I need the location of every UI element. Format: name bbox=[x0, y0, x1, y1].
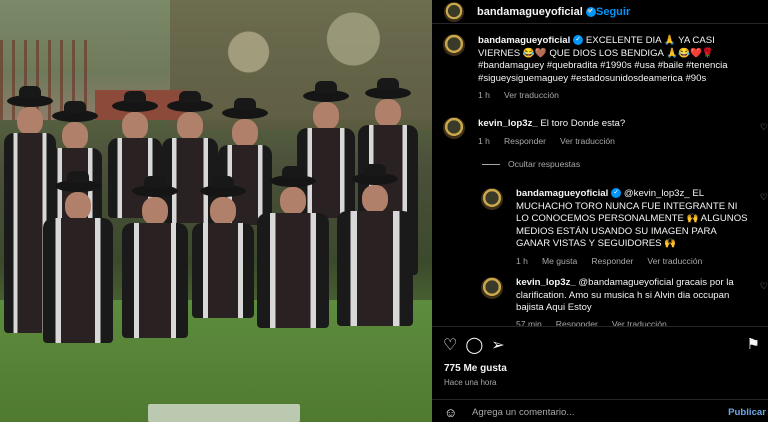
comment-username[interactable]: kevin_lop3z_ bbox=[478, 118, 538, 129]
like-count[interactable]: 775 Me gusta bbox=[444, 363, 507, 374]
emoji-icon[interactable]: ☺ bbox=[444, 405, 457, 420]
comment-icon[interactable]: ◯ bbox=[465, 337, 483, 354]
translate-link[interactable]: Ver traducción bbox=[647, 256, 702, 266]
reply-link[interactable]: Responder bbox=[591, 256, 633, 266]
translate-link[interactable]: Ver traducción bbox=[504, 90, 559, 100]
reply-meta: 1 h Me gusta Responder Ver traducción bbox=[516, 256, 716, 266]
band-member bbox=[40, 171, 115, 350]
avatar[interactable] bbox=[443, 34, 465, 56]
avatar[interactable] bbox=[481, 277, 503, 299]
reply-time: 1 h bbox=[516, 256, 528, 266]
hide-replies-label[interactable]: Ocultar respuestas bbox=[508, 159, 580, 169]
band-member bbox=[120, 176, 190, 345]
comment-body: El toro Donde esta? bbox=[540, 118, 626, 129]
comment-like-icon[interactable]: ♡ bbox=[760, 122, 768, 133]
comments-panel: bandamagueyoficial ✓ • Seguir bandamaguey… bbox=[432, 0, 768, 422]
reply-username[interactable]: bandamagueyoficial bbox=[516, 188, 608, 199]
verified-badge-icon: ✓ bbox=[573, 35, 584, 46]
band-members bbox=[0, 78, 432, 355]
comment-text: kevin_lop3z_ El toro Donde esta? bbox=[478, 118, 748, 131]
hide-replies-button[interactable]: Ocultar respuestas bbox=[482, 159, 580, 169]
comment-like-icon[interactable]: ♡ bbox=[760, 281, 768, 292]
comment-time: 1 h bbox=[478, 136, 490, 146]
caption-text: bandamagueyoficial ✓ EXCELENTE DIA 🙏 YA C… bbox=[478, 35, 758, 85]
avatar[interactable] bbox=[481, 188, 503, 210]
avatar[interactable] bbox=[443, 117, 465, 139]
divider bbox=[482, 164, 500, 166]
caption-username[interactable]: bandamagueyoficial bbox=[478, 35, 570, 46]
like-count-link[interactable]: Me gusta bbox=[542, 256, 577, 266]
follow-button[interactable]: Seguir bbox=[596, 6, 630, 18]
band-member bbox=[190, 176, 256, 325]
post-header: bandamagueyoficial ✓ • Seguir bbox=[432, 0, 768, 24]
reply-link[interactable]: Responder bbox=[504, 136, 546, 146]
caption-meta: 1 h Ver traducción bbox=[478, 90, 573, 100]
band-member bbox=[335, 164, 415, 333]
post-photo bbox=[0, 0, 432, 422]
post-footer: ♡ ◯ ➢ ⚑ 775 Me gusta Hace una hora ☺ Agreg… bbox=[432, 326, 768, 422]
comment-input[interactable]: Agrega un comentario... bbox=[472, 407, 574, 418]
verified-badge-icon: ✓ bbox=[611, 188, 622, 199]
translate-link[interactable]: Ver traducción bbox=[560, 136, 615, 146]
caption-time: 1 h bbox=[478, 90, 490, 100]
share-icon[interactable]: ➢ bbox=[491, 337, 504, 354]
add-comment-bar: ☺ Agrega un comentario... Publicar bbox=[432, 399, 768, 422]
band-logo-watermark bbox=[148, 404, 300, 422]
separator-dot: • bbox=[587, 5, 591, 17]
post-time: Hace una hora bbox=[444, 378, 497, 387]
avatar[interactable] bbox=[444, 2, 464, 22]
reply-text: bandamagueyoficial ✓ @kevin_lop3z_ EL MUC… bbox=[516, 188, 752, 251]
reply-username[interactable]: kevin_lop3z_ bbox=[516, 277, 576, 288]
heart-icon[interactable]: ♡ bbox=[443, 337, 457, 354]
comment-like-icon[interactable]: ♡ bbox=[760, 192, 768, 203]
comment-meta: 1 h Responder Ver traducción bbox=[478, 136, 629, 146]
reply-text: kevin_lop3z_ @bandamagueyoficial gracais… bbox=[516, 277, 752, 315]
bookmark-icon[interactable]: ⚑ bbox=[747, 335, 760, 353]
post-username[interactable]: bandamagueyoficial ✓ bbox=[477, 6, 596, 18]
action-bar: ♡ ◯ ➢ bbox=[443, 335, 513, 355]
publish-button[interactable]: Publicar bbox=[728, 407, 766, 418]
band-member bbox=[255, 166, 331, 335]
